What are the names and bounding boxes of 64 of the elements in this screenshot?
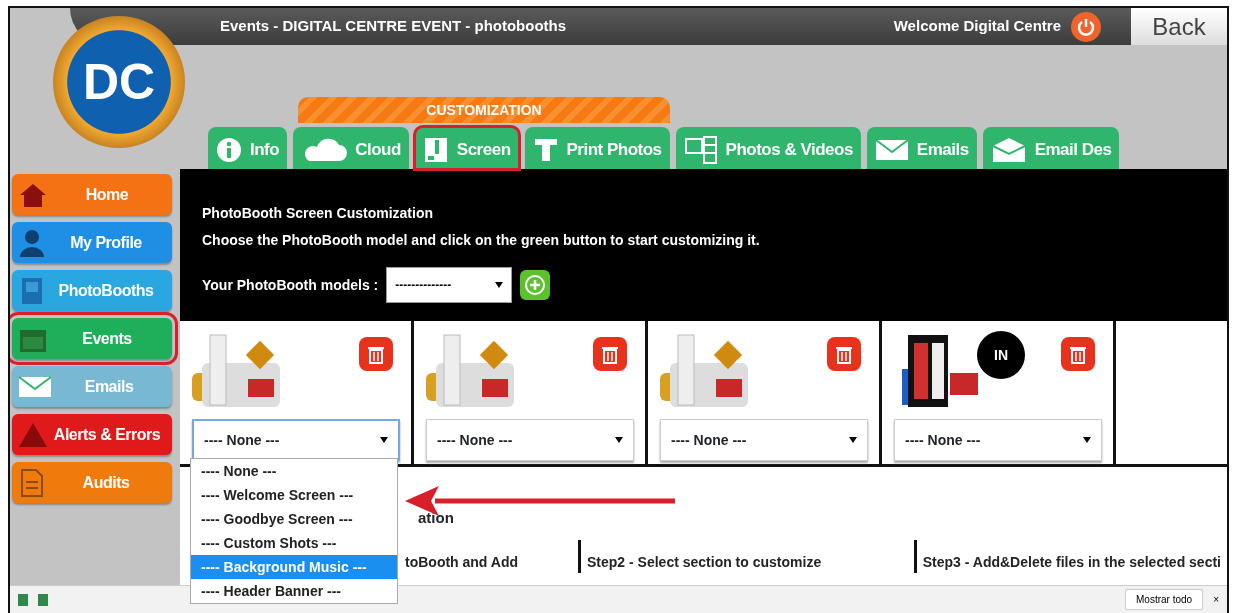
tab[interactable]: Info	[208, 127, 288, 169]
add-button[interactable]	[520, 270, 551, 300]
section-select[interactable]: ---- None ---	[660, 419, 868, 461]
envelope-icon	[874, 137, 909, 163]
instruction-text: Choose the PhotoBooth model and click on the green button to start customizing it.	[202, 231, 761, 250]
info-icon	[216, 137, 242, 163]
section-select[interactable]: ---- None ---	[426, 419, 634, 461]
delete-button[interactable]	[593, 337, 627, 371]
caret-icon	[849, 437, 857, 443]
trash-icon	[835, 344, 853, 364]
step-heading: Step3 - Add&Delete files in the selected secti	[913, 539, 1227, 573]
show-all-button[interactable]: Mostrar todo	[1125, 589, 1204, 610]
status-badge: IN	[977, 331, 1025, 379]
printer-icon	[532, 136, 559, 164]
file-icon	[18, 593, 28, 606]
welcome-text: Welcome Digital Centre	[893, 16, 1061, 37]
plus-icon	[525, 275, 546, 295]
section-select[interactable]: ---- None ---	[894, 419, 1102, 461]
back-button[interactable]: Back	[1131, 8, 1227, 45]
trash-icon	[601, 344, 619, 364]
caret-icon	[380, 437, 388, 443]
dropdown-option[interactable]: ---- Custom Shots ---	[191, 531, 397, 555]
person-icon	[18, 228, 46, 257]
dropdown-option[interactable]: ---- Header Banner ---	[191, 579, 397, 603]
sidebar-item[interactable]: Alerts & Errors	[12, 414, 172, 455]
dropdown-option[interactable]: ---- None ---	[191, 459, 397, 483]
caret-icon	[615, 437, 623, 443]
envelope-icon	[18, 373, 52, 400]
models-label: Your PhotoBooth models :	[202, 275, 379, 295]
document-icon	[18, 467, 46, 498]
close-button[interactable]: ×	[1213, 592, 1219, 607]
tab[interactable]: Print Photos	[524, 127, 670, 169]
dropdown-option[interactable]: ---- Welcome Screen ---	[191, 483, 397, 507]
trash-icon	[1069, 344, 1087, 364]
power-icon	[1077, 17, 1095, 36]
page-title: Events - DIGITAL CENTRE EVENT - photobooths	[220, 16, 567, 37]
sidebar-item[interactable]: My Profile	[12, 222, 172, 263]
phone-icon	[422, 136, 449, 164]
delete-button[interactable]	[359, 337, 393, 371]
caret-icon	[495, 282, 504, 288]
envelope-icon	[990, 136, 1027, 164]
power-button[interactable]	[1071, 11, 1101, 42]
caret-icon	[1083, 437, 1091, 443]
sidebar-item[interactable]: PhotoBooths	[12, 270, 172, 311]
model-select[interactable]: --------------	[386, 267, 513, 303]
tab[interactable]: Emails	[866, 127, 977, 169]
file-icon	[38, 593, 48, 606]
panel-title: PhotoBooth Screen Customization	[202, 204, 434, 223]
step-heading: toBooth and Add	[404, 552, 519, 572]
trash-icon	[367, 344, 385, 364]
sidebar-item[interactable]: Home	[12, 174, 172, 215]
tab[interactable]: Email Des	[982, 127, 1120, 169]
step-heading: Step2 - Select section to customize	[578, 539, 914, 573]
film-strip-icon	[683, 135, 718, 165]
dropdown-option[interactable]: ---- Goodbye Screen ---	[191, 507, 397, 531]
tab[interactable]: Cloud	[293, 127, 409, 169]
tab[interactable]: Screen	[414, 127, 519, 169]
dropdown-option[interactable]: ---- Background Music ---	[191, 555, 397, 579]
section-heading: ation	[418, 508, 455, 528]
delete-button[interactable]	[1061, 337, 1095, 371]
sidebar-item[interactable]: Audits	[12, 462, 172, 503]
tab[interactable]: Photos & Videos	[675, 127, 861, 169]
logo: DC	[53, 16, 185, 148]
delete-button[interactable]	[827, 337, 861, 371]
